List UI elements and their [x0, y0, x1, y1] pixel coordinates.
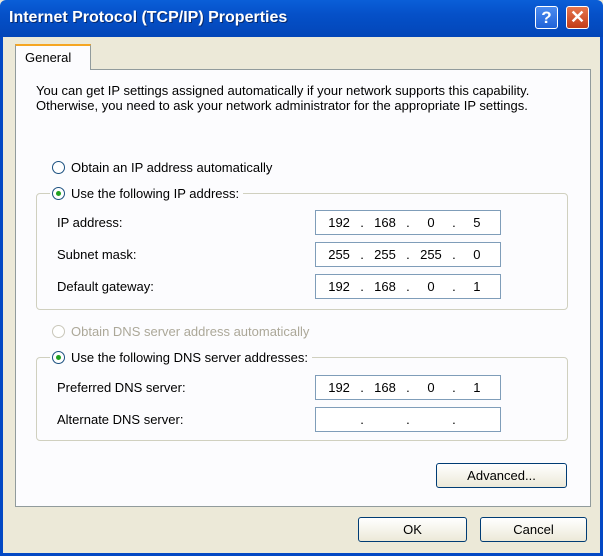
alternate-dns-input[interactable]: ...	[315, 407, 501, 432]
octet-1: 192	[328, 380, 350, 395]
octet-3: 0	[427, 380, 435, 395]
radio-selected-icon	[52, 187, 65, 200]
radio-icon	[52, 161, 65, 174]
ip-manual-radio[interactable]: Use the following IP address:	[50, 186, 244, 201]
dns-manual-radio[interactable]: Use the following DNS server addresses:	[50, 350, 312, 365]
subnet-mask-input[interactable]: 255. 255. 255. 0	[315, 242, 501, 267]
octet-1: 255	[328, 247, 350, 262]
ip-address-input[interactable]: 192. 168. 0. 5	[315, 210, 501, 235]
ip-manual-label: Use the following IP address:	[71, 186, 240, 201]
window-title: Internet Protocol (TCP/IP) Properties	[9, 9, 288, 26]
default-gateway-input[interactable]: 192. 168. 0. 1	[315, 274, 501, 299]
octet-3: 0	[427, 215, 435, 230]
ip-auto-radio[interactable]: Obtain an IP address automatically	[52, 160, 272, 175]
dns-manual-label: Use the following DNS server addresses:	[71, 350, 308, 365]
help-button[interactable]: ?	[535, 6, 558, 29]
advanced-button[interactable]: Advanced...	[436, 463, 567, 488]
octet-1: 192	[328, 279, 350, 294]
octet-3: 255	[420, 247, 442, 262]
tab-general[interactable]: General	[15, 44, 91, 70]
octet-3: 0	[427, 279, 435, 294]
dns-auto-radio: Obtain DNS server address automatically	[52, 324, 309, 339]
title-bar: Internet Protocol (TCP/IP) Properties ? …	[0, 0, 603, 37]
octet-1: 192	[328, 215, 350, 230]
octet-2: 168	[374, 215, 396, 230]
alternate-dns-label: Alternate DNS server:	[57, 412, 184, 427]
octet-2: 168	[374, 279, 396, 294]
close-button[interactable]: ✕	[566, 6, 589, 29]
ip-auto-label: Obtain an IP address automatically	[71, 160, 273, 175]
octet-4: 1	[473, 380, 481, 395]
octet-2: 255	[374, 247, 396, 262]
tab-general-label: General	[25, 50, 72, 65]
ip-address-label: IP address:	[57, 215, 123, 230]
radio-disabled-icon	[52, 325, 65, 338]
octet-4: 5	[473, 215, 481, 230]
ok-button[interactable]: OK	[358, 517, 467, 542]
radio-selected-icon	[52, 351, 65, 364]
cancel-button[interactable]: Cancel	[480, 517, 587, 542]
default-gateway-label: Default gateway:	[57, 279, 154, 294]
octet-2: 168	[374, 380, 396, 395]
subnet-mask-label: Subnet mask:	[57, 247, 137, 262]
octet-4: 1	[473, 279, 481, 294]
dns-auto-label: Obtain DNS server address automatically	[71, 324, 310, 339]
preferred-dns-input[interactable]: 192. 168. 0. 1	[315, 375, 501, 400]
preferred-dns-label: Preferred DNS server:	[57, 380, 186, 395]
octet-4: 0	[473, 247, 481, 262]
intro-text: You can get IP settings assigned automat…	[36, 83, 530, 113]
